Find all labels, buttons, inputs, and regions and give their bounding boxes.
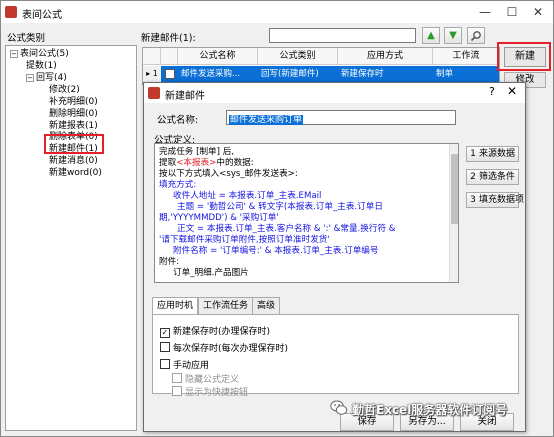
tab-panel: ✓ 新建保存时(办理保存时) 每次保存时(每次办理保存时) 手动应用 隐藏公式定义…: [152, 314, 519, 398]
tree-item-new-message[interactable]: 新建消息(0): [49, 156, 98, 167]
window-title: 表间公式: [22, 10, 62, 21]
definition-scrollbar[interactable]: [449, 144, 458, 282]
checkbox-checked[interactable]: ✓: [160, 328, 170, 338]
new-mail-dialog: 新建邮件 ? ✕ 公式名称: 邮件发送采购订单 公式定义: 完成任务 [制单] …: [143, 82, 526, 432]
tree-item-add-detail[interactable]: 补充明细(0): [49, 97, 98, 108]
scrollbar-thumb[interactable]: [451, 154, 458, 224]
wechat-icon: [330, 400, 348, 416]
maximize-button[interactable]: ☐: [498, 1, 526, 23]
selected-item-highlight: [44, 134, 104, 154]
watermark: 勤哲Excel服务器软件订阅号: [330, 399, 550, 419]
new-button-highlight: [497, 42, 551, 71]
close-button[interactable]: ✕: [524, 1, 552, 23]
definition-line: 附件名称 = '订单编号:' & 本报表.订单_主表.订单编号: [173, 246, 379, 256]
row-checkbox[interactable]: [165, 69, 175, 79]
option-new-save[interactable]: ✓ 新建保存时(办理保存时): [160, 324, 270, 338]
definition-line: 订单_明细.产品图片: [173, 268, 249, 278]
definition-line: '请下载邮件采购订单附件,按照订单准时发货': [159, 235, 330, 245]
checkbox[interactable]: [160, 342, 170, 352]
definition-line: 收件人地址 = 本报表.订单_主表.EMail: [173, 191, 322, 201]
definition-line: 按以下方式填入<sys_邮件发送表>:: [159, 169, 298, 179]
cell-workflow: 制单: [436, 69, 454, 79]
formula-name-label: 公式名称:: [157, 115, 199, 126]
filter-condition-button[interactable]: 2 筛选条件: [466, 169, 519, 185]
formula-list-label: 新建邮件(1):: [141, 33, 196, 44]
formula-table: 公式名称 公式类别 应用方式 工作流 ▸ 1 邮件发送采购... 回写(新建邮件…: [142, 47, 500, 85]
tree-item-root[interactable]: − 表间公式(5): [10, 49, 69, 60]
column-header-workflow[interactable]: 工作流: [433, 48, 499, 65]
source-data-button[interactable]: 1 来源数据: [466, 146, 519, 162]
magnifier-icon[interactable]: [467, 27, 485, 44]
tree-item-new-word[interactable]: 新建word(0): [49, 168, 102, 179]
definition-line: 填充方式:: [159, 180, 197, 190]
checkbox: [172, 373, 182, 383]
definition-line: 附件:: [159, 257, 180, 267]
tree-item-new-report[interactable]: 新建报表(1): [49, 121, 98, 132]
search-input[interactable]: [269, 28, 416, 43]
tree-item-modify[interactable]: 修改(2): [49, 85, 80, 96]
checkbox-column-header: [161, 48, 178, 65]
tab-apply-timing[interactable]: 应用时机: [152, 297, 199, 315]
option-manual[interactable]: 手动应用: [160, 358, 209, 371]
column-header-apply[interactable]: 应用方式: [338, 48, 433, 65]
dialog-title: 新建邮件: [165, 91, 205, 102]
collapse-icon[interactable]: −: [26, 73, 34, 82]
definition-line: 正文 = 本报表.订单_主表.客户名称 & ':' &常量.换行符 &: [177, 224, 396, 234]
category-tree[interactable]: − 表间公式(5) 提数(1) − 回写(4) 修改(2) 补充明细(0) 删除明细…: [5, 45, 137, 431]
option-every-save[interactable]: 每次保存时(每次办理保存时): [160, 341, 288, 354]
column-header-name[interactable]: 公式名称: [178, 48, 258, 65]
fill-data-items-button[interactable]: 3 填充数据项: [466, 192, 524, 208]
category-label: 公式类别: [7, 33, 46, 44]
definition-line: 提取<本报表>中的数据:: [159, 158, 254, 168]
minimize-button[interactable]: —: [471, 1, 499, 23]
dialog-close-button[interactable]: ✕: [507, 84, 517, 98]
window-titlebar: 表间公式 — ☐ ✕: [1, 1, 553, 23]
tab-workflow-task[interactable]: 工作流任务: [198, 297, 254, 314]
app-icon: [5, 6, 17, 18]
checkbox: [172, 386, 182, 396]
watermark-text: 勤哲Excel服务器软件订阅号: [352, 403, 508, 417]
definition-line: 完成任务 [制单] 后,: [159, 147, 235, 157]
tree-item-writeback[interactable]: − 回写(4): [26, 73, 67, 84]
arrow-up-icon[interactable]: ▲: [422, 27, 440, 44]
tab-advanced[interactable]: 高级: [252, 297, 281, 314]
app-icon: [148, 87, 160, 99]
collapse-icon[interactable]: −: [10, 49, 18, 58]
cell-apply: 新建保存时: [341, 69, 384, 79]
tree-item-fetch[interactable]: 提数(1): [26, 61, 57, 72]
cell-name: 邮件发送采购...: [181, 69, 241, 79]
formula-name-value: 邮件发送采购订单: [229, 115, 304, 125]
option-show-quick-button: 显示为快捷按钮: [172, 385, 248, 398]
tree-item-delete-detail[interactable]: 删除明细(0): [49, 109, 98, 120]
definition-line: 期,'YYYYMMDD') & '采购订单': [159, 213, 279, 223]
dialog-titlebar: 新建邮件 ? ✕: [144, 83, 525, 103]
column-header-category[interactable]: 公式类别: [258, 48, 338, 65]
option-hide-definition: 隐藏公式定义: [172, 372, 239, 385]
help-button[interactable]: ?: [489, 85, 495, 98]
arrow-down-icon[interactable]: ▼: [444, 27, 462, 44]
formula-name-field[interactable]: 邮件发送采购订单: [226, 110, 456, 125]
definition-line: 主题 = '勤哲公司' & 转文字(本报表.订单_主表.订单日: [177, 202, 383, 212]
row-header-corner: [143, 48, 161, 65]
cell-category: 回写(新建邮件): [261, 69, 319, 79]
formula-definition-box[interactable]: 完成任务 [制单] 后, 提取<本报表>中的数据: 按以下方式填入<sys_邮件…: [154, 143, 459, 283]
row-indicator: ▸ 1: [143, 66, 161, 82]
checkbox[interactable]: [160, 359, 170, 369]
